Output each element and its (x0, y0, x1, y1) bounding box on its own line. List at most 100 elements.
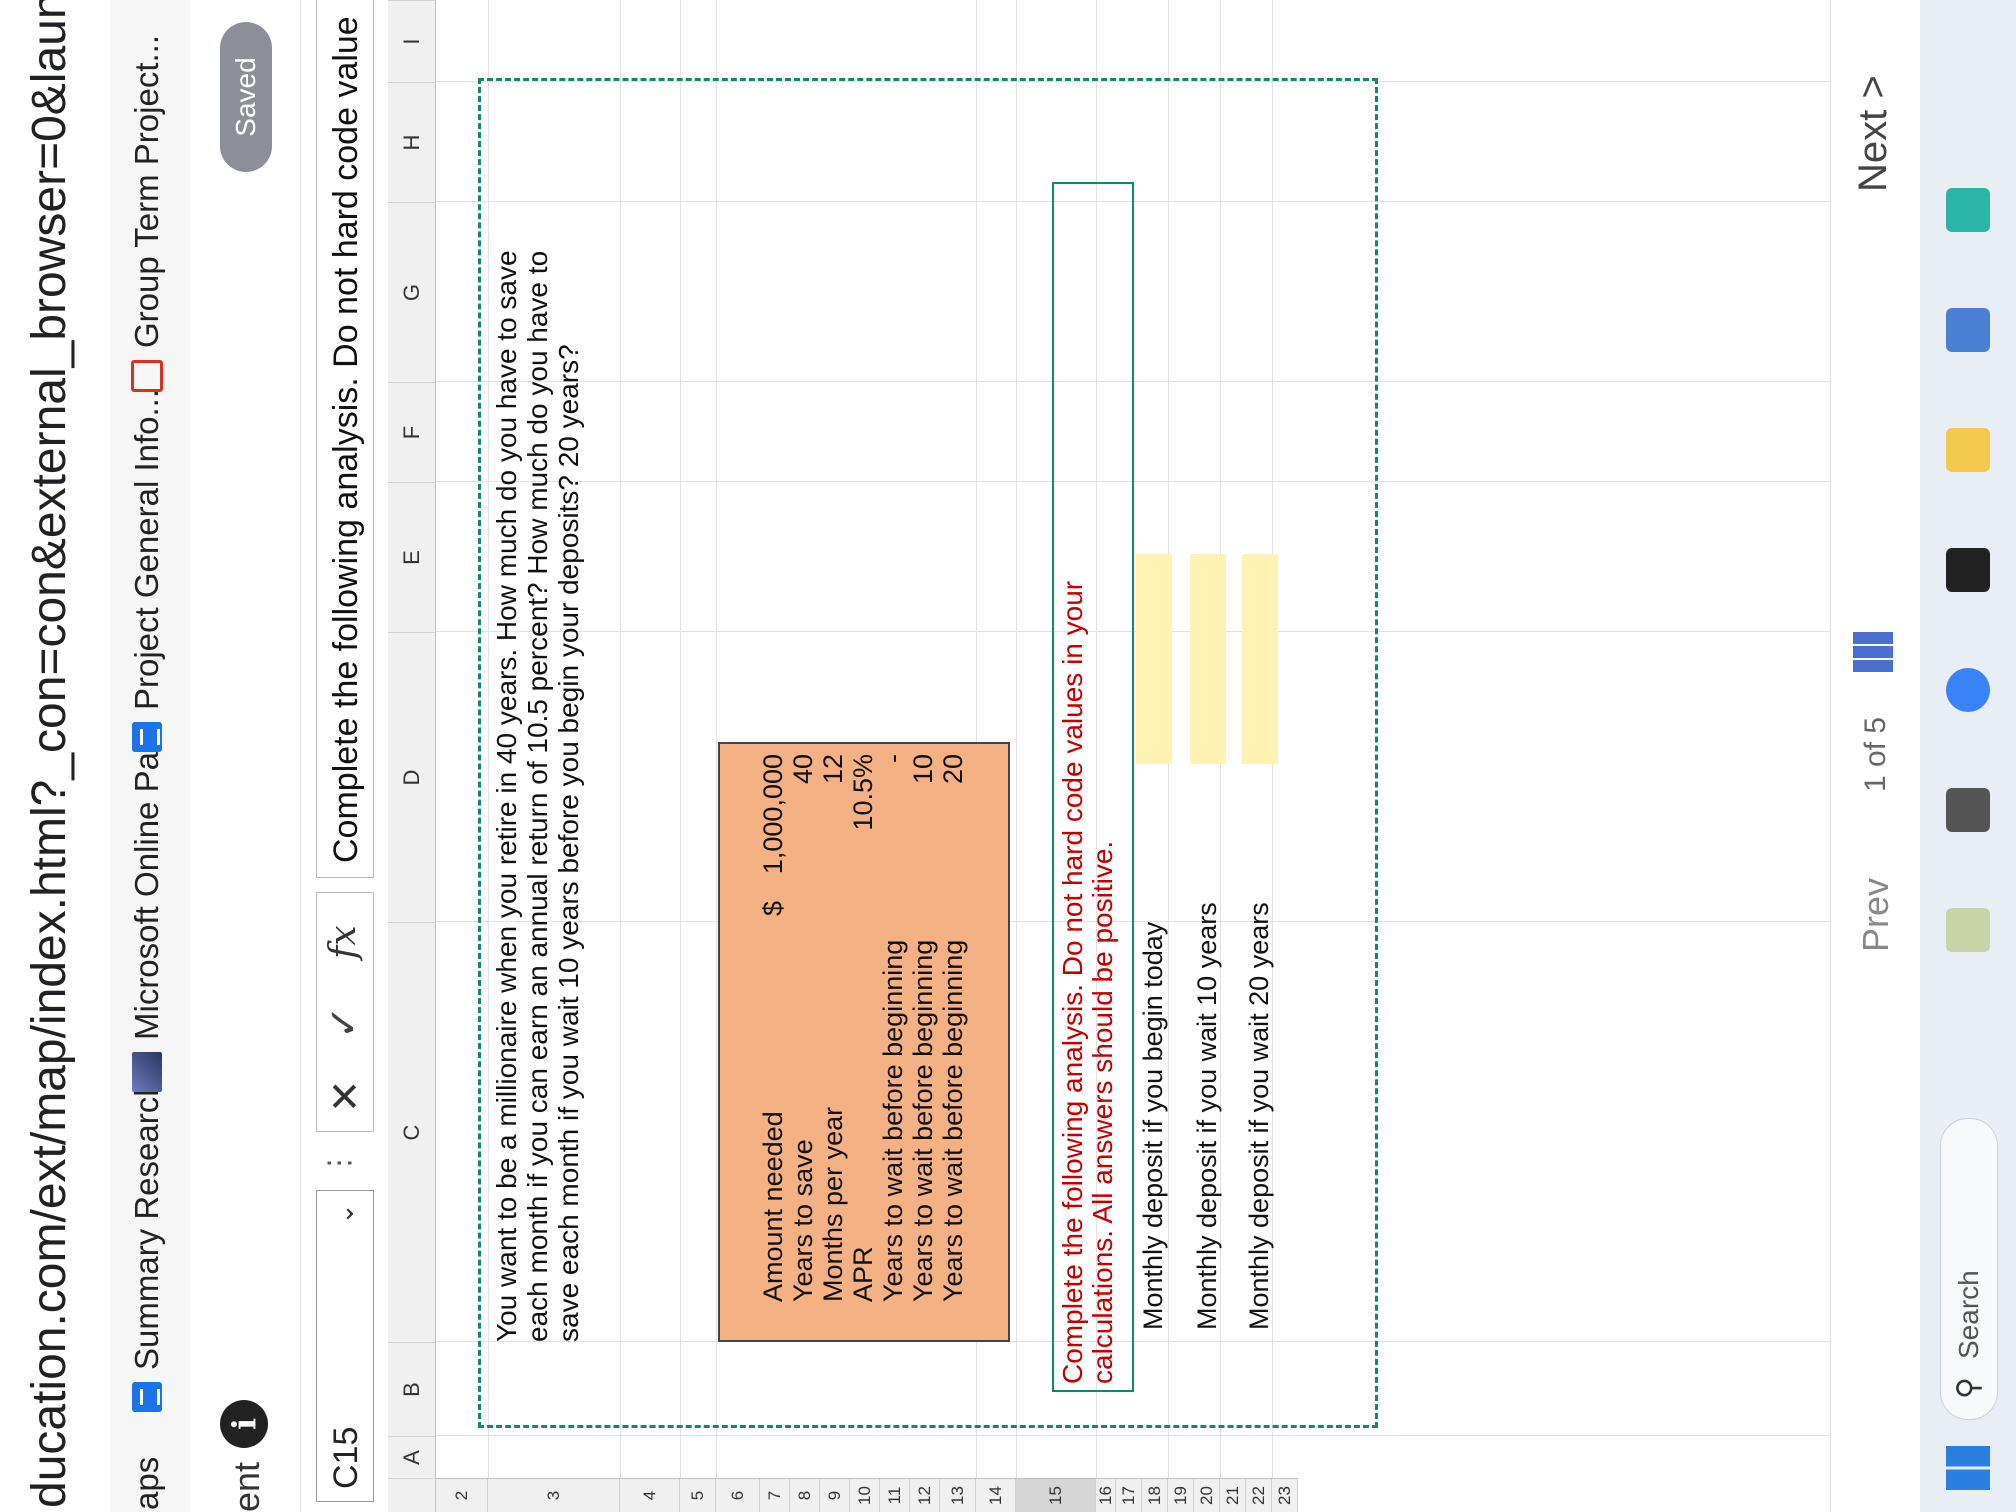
assumption-row[interactable]: Months per year 12 (818, 740, 848, 1340)
grid-line (436, 1435, 1876, 1436)
row-header[interactable]: 21 (1220, 1478, 1246, 1512)
row-header[interactable]: 7 (760, 1478, 790, 1512)
assumption-row[interactable]: Years to wait before beginning 10 (908, 740, 938, 1340)
output-label: Monthly deposit if you wait 20 years (1244, 902, 1274, 1330)
column-header[interactable]: D (388, 632, 436, 922)
bookmark-apps[interactable]: aps (128, 1457, 166, 1510)
row-header[interactable]: 8 (790, 1478, 820, 1512)
answer-cell-begin-today[interactable] (1136, 554, 1172, 764)
column-header[interactable]: H (388, 82, 436, 202)
column-header[interactable]: F (388, 382, 436, 482)
bookmark-project-general[interactable]: Project General Info... (128, 389, 166, 752)
select-all-corner[interactable] (388, 1478, 436, 1512)
assumption-value: 20 (938, 754, 968, 785)
assumption-value: - (878, 754, 908, 763)
assumption-row[interactable]: Years to wait before beginning - (878, 740, 908, 1340)
row-header-selected[interactable]: 15 (1016, 1478, 1096, 1512)
row-header[interactable]: 17 (1116, 1478, 1142, 1512)
row-header[interactable]: 13 (940, 1478, 976, 1512)
more-icon[interactable]: ⋮ (322, 1148, 357, 1178)
url-text[interactable]: ducation.com/ext/map/index.html?_con=con… (22, 0, 77, 1508)
row-header[interactable]: 14 (976, 1478, 1016, 1512)
output-label: Monthly deposit if you begin today (1138, 921, 1168, 1330)
assumption-label: Amount needed (758, 1111, 788, 1302)
widgets-icon[interactable] (1946, 908, 1990, 952)
assumption-row[interactable]: Amount needed $ 1,000,000 (758, 740, 788, 1340)
dropbox-icon[interactable] (1946, 548, 1990, 592)
instruction-line-1[interactable]: Complete the following analysis. Do not … (1057, 184, 1088, 1384)
column-header[interactable]: C (388, 922, 436, 1342)
screen: ducation.com/ext/map/index.html?_con=con… (0, 0, 2016, 1512)
assumption-label: Years to wait before beginning (908, 939, 938, 1302)
grid-line (488, 0, 489, 1478)
grid-icon[interactable] (1853, 632, 1893, 672)
assumptions-table: Amount needed $ 1,000,000 Years to save … (718, 742, 1010, 1342)
column-header[interactable]: I (388, 0, 436, 82)
column-header[interactable]: E (388, 482, 436, 632)
row-header[interactable]: 12 (910, 1478, 940, 1512)
page-indicator: 1 of 5 (1859, 716, 1892, 792)
search-icon: ⚲ (1952, 1377, 1985, 1399)
grid-line (436, 481, 1876, 482)
row-header[interactable]: 6 (716, 1478, 760, 1512)
row-header[interactable]: 16 (1096, 1478, 1116, 1512)
spreadsheet-grid[interactable]: A B C D E F G H I 2 3 4 5 6 7 8 9 10 11 … (388, 0, 2016, 1512)
assumption-value: 10 (908, 754, 938, 785)
column-header[interactable]: B (388, 1342, 436, 1436)
row-header[interactable]: 4 (620, 1478, 680, 1512)
answer-cell-wait-20[interactable] (1242, 554, 1278, 764)
formula-input[interactable]: Complete the following analysis. Do not … (316, 0, 374, 878)
column-header[interactable]: G (388, 202, 436, 382)
address-bar[interactable]: ducation.com/ext/map/index.html?_con=con… (0, 0, 111, 1512)
row-header[interactable]: 2 (436, 1478, 488, 1512)
cancel-icon[interactable]: ✕ (323, 1079, 369, 1113)
assumption-row[interactable]: Years to save 40 (788, 740, 818, 1340)
doc-icon (132, 722, 162, 752)
currency-symbol: $ (758, 900, 788, 916)
saved-badge: Saved (220, 22, 272, 172)
doc-outline-icon (131, 360, 163, 392)
formula-buttons: ✕ ✓ fx (316, 892, 374, 1132)
bookmark-group-term[interactable]: Group Term Project... (128, 35, 166, 392)
bookmark-summary-research[interactable]: Summary Research... (128, 1051, 166, 1412)
row-header[interactable]: 5 (680, 1478, 716, 1512)
app-icon[interactable] (1946, 188, 1990, 232)
name-box[interactable]: C15 ⌄ (316, 1190, 374, 1502)
column-header[interactable]: A (388, 1436, 436, 1478)
chevron-down-icon[interactable]: ⌄ (329, 1203, 360, 1225)
taskbar-search[interactable]: ⚲ Search (1940, 1118, 1998, 1420)
row-header[interactable]: 19 (1168, 1478, 1194, 1512)
task-view-icon[interactable] (1946, 788, 1990, 832)
problem-prompt: You want to be a millionaire when you re… (491, 250, 584, 1342)
bookmarks-bar: aps Summary Research... Microsoft Online… (110, 0, 191, 1512)
assumption-row[interactable]: APR 10.5% (848, 740, 878, 1340)
assumption-label: Months per year (818, 1106, 848, 1302)
confirm-icon[interactable]: ✓ (321, 1005, 367, 1039)
doc-icon (132, 1382, 162, 1412)
row-header[interactable]: 3 (488, 1478, 620, 1512)
assumption-row[interactable]: Years to wait before beginning 20 (938, 740, 968, 1340)
info-icon[interactable]: i (220, 1400, 268, 1448)
next-button[interactable]: Next > (1851, 75, 1896, 192)
file-explorer-icon[interactable] (1946, 428, 1990, 472)
row-header[interactable]: 22 (1246, 1478, 1272, 1512)
row-header[interactable]: 20 (1194, 1478, 1220, 1512)
bookmark-microsoft-online[interactable]: Microsoft Online Pa... (128, 725, 166, 1092)
windows-icon[interactable] (1946, 1446, 1990, 1490)
assumption-value: 40 (788, 754, 818, 785)
row-header[interactable]: 23 (1272, 1478, 1298, 1512)
answer-cell-wait-10[interactable] (1190, 554, 1226, 764)
function-icon[interactable]: fx (323, 925, 364, 959)
row-header[interactable]: 18 (1142, 1478, 1168, 1512)
assumption-label: Years to wait before beginning (938, 939, 968, 1302)
row-header[interactable]: 11 (880, 1478, 910, 1512)
row-header[interactable]: 10 (850, 1478, 880, 1512)
prev-button[interactable]: Prev (1855, 878, 1897, 952)
grid-line (436, 201, 1876, 202)
row-header[interactable]: 9 (820, 1478, 850, 1512)
teams-icon[interactable] (1946, 668, 1990, 712)
store-icon[interactable] (1946, 308, 1990, 352)
instruction-line-2[interactable]: calculations. All answers should be posi… (1087, 184, 1118, 1384)
assumption-label: Years to save (788, 1139, 818, 1302)
grid-line (716, 0, 717, 1478)
